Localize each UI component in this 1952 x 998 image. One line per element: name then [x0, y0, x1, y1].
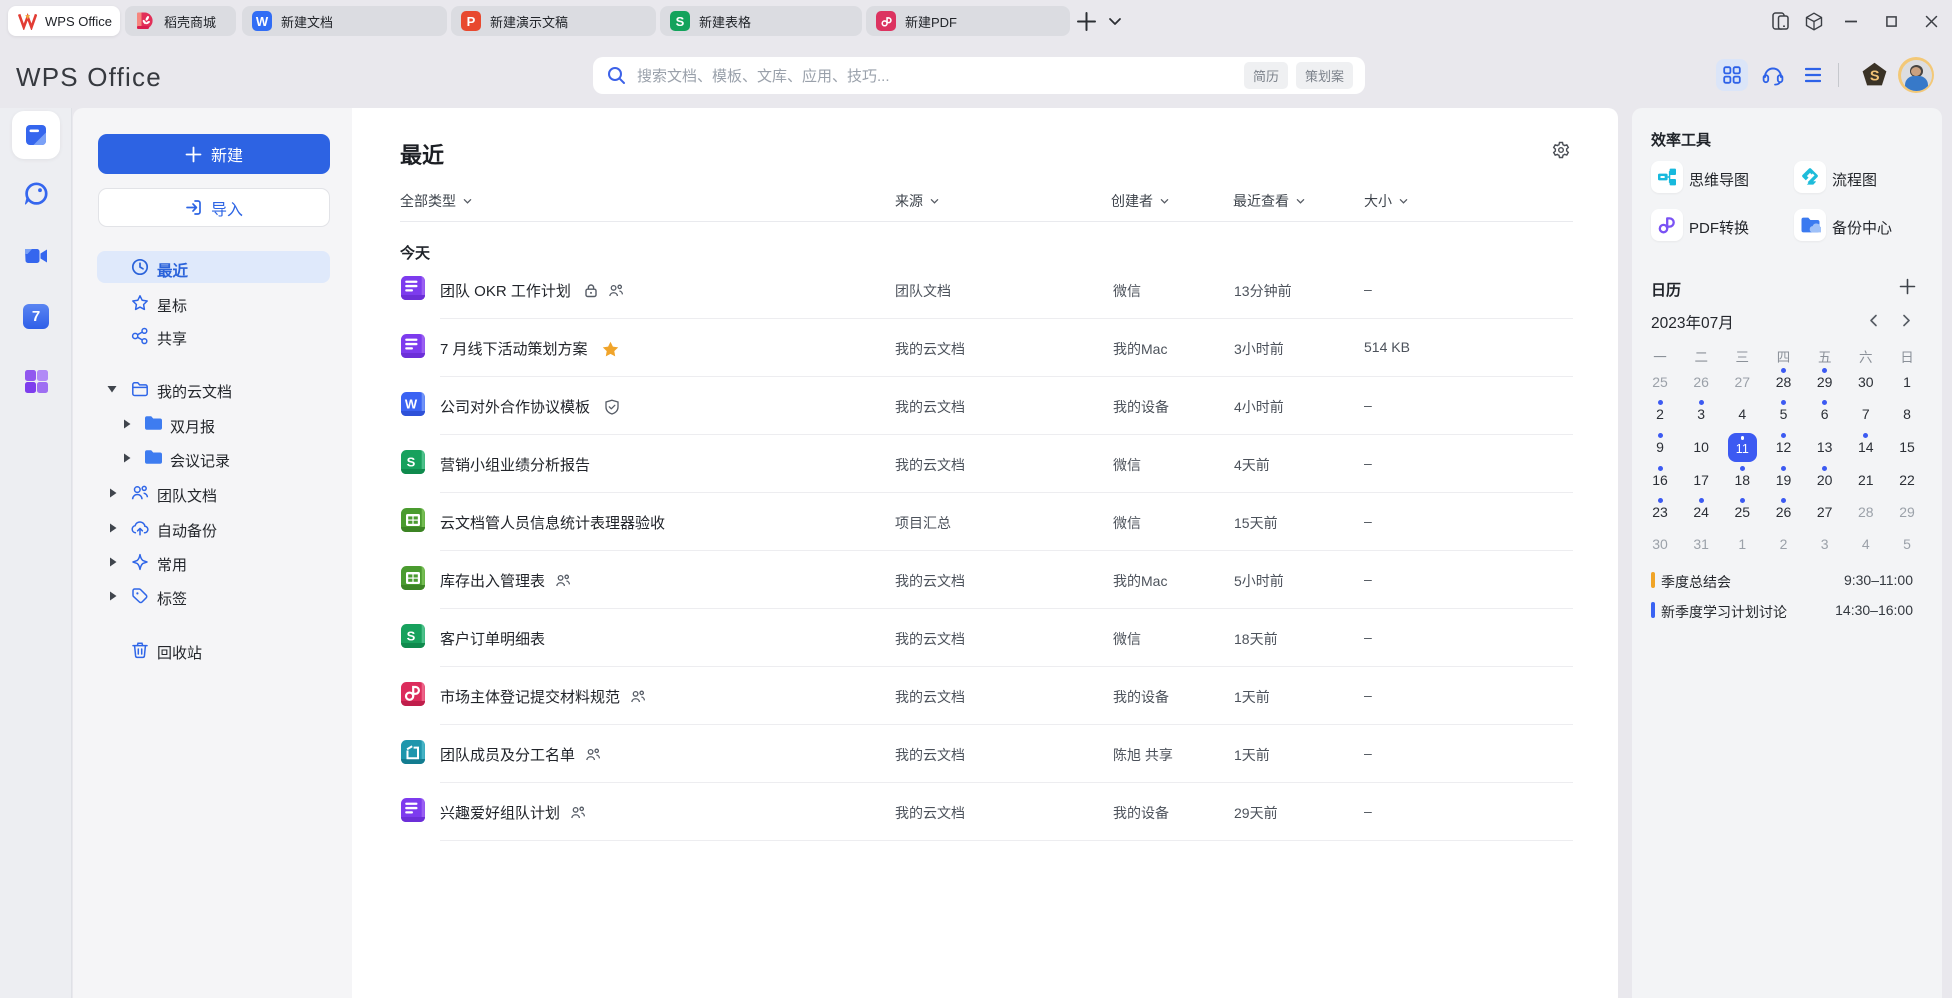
svg-text:S: S [1870, 69, 1880, 85]
svg-text:S: S [407, 455, 416, 470]
svg-text:W: W [405, 397, 418, 412]
svg-text:S: S [407, 629, 416, 644]
